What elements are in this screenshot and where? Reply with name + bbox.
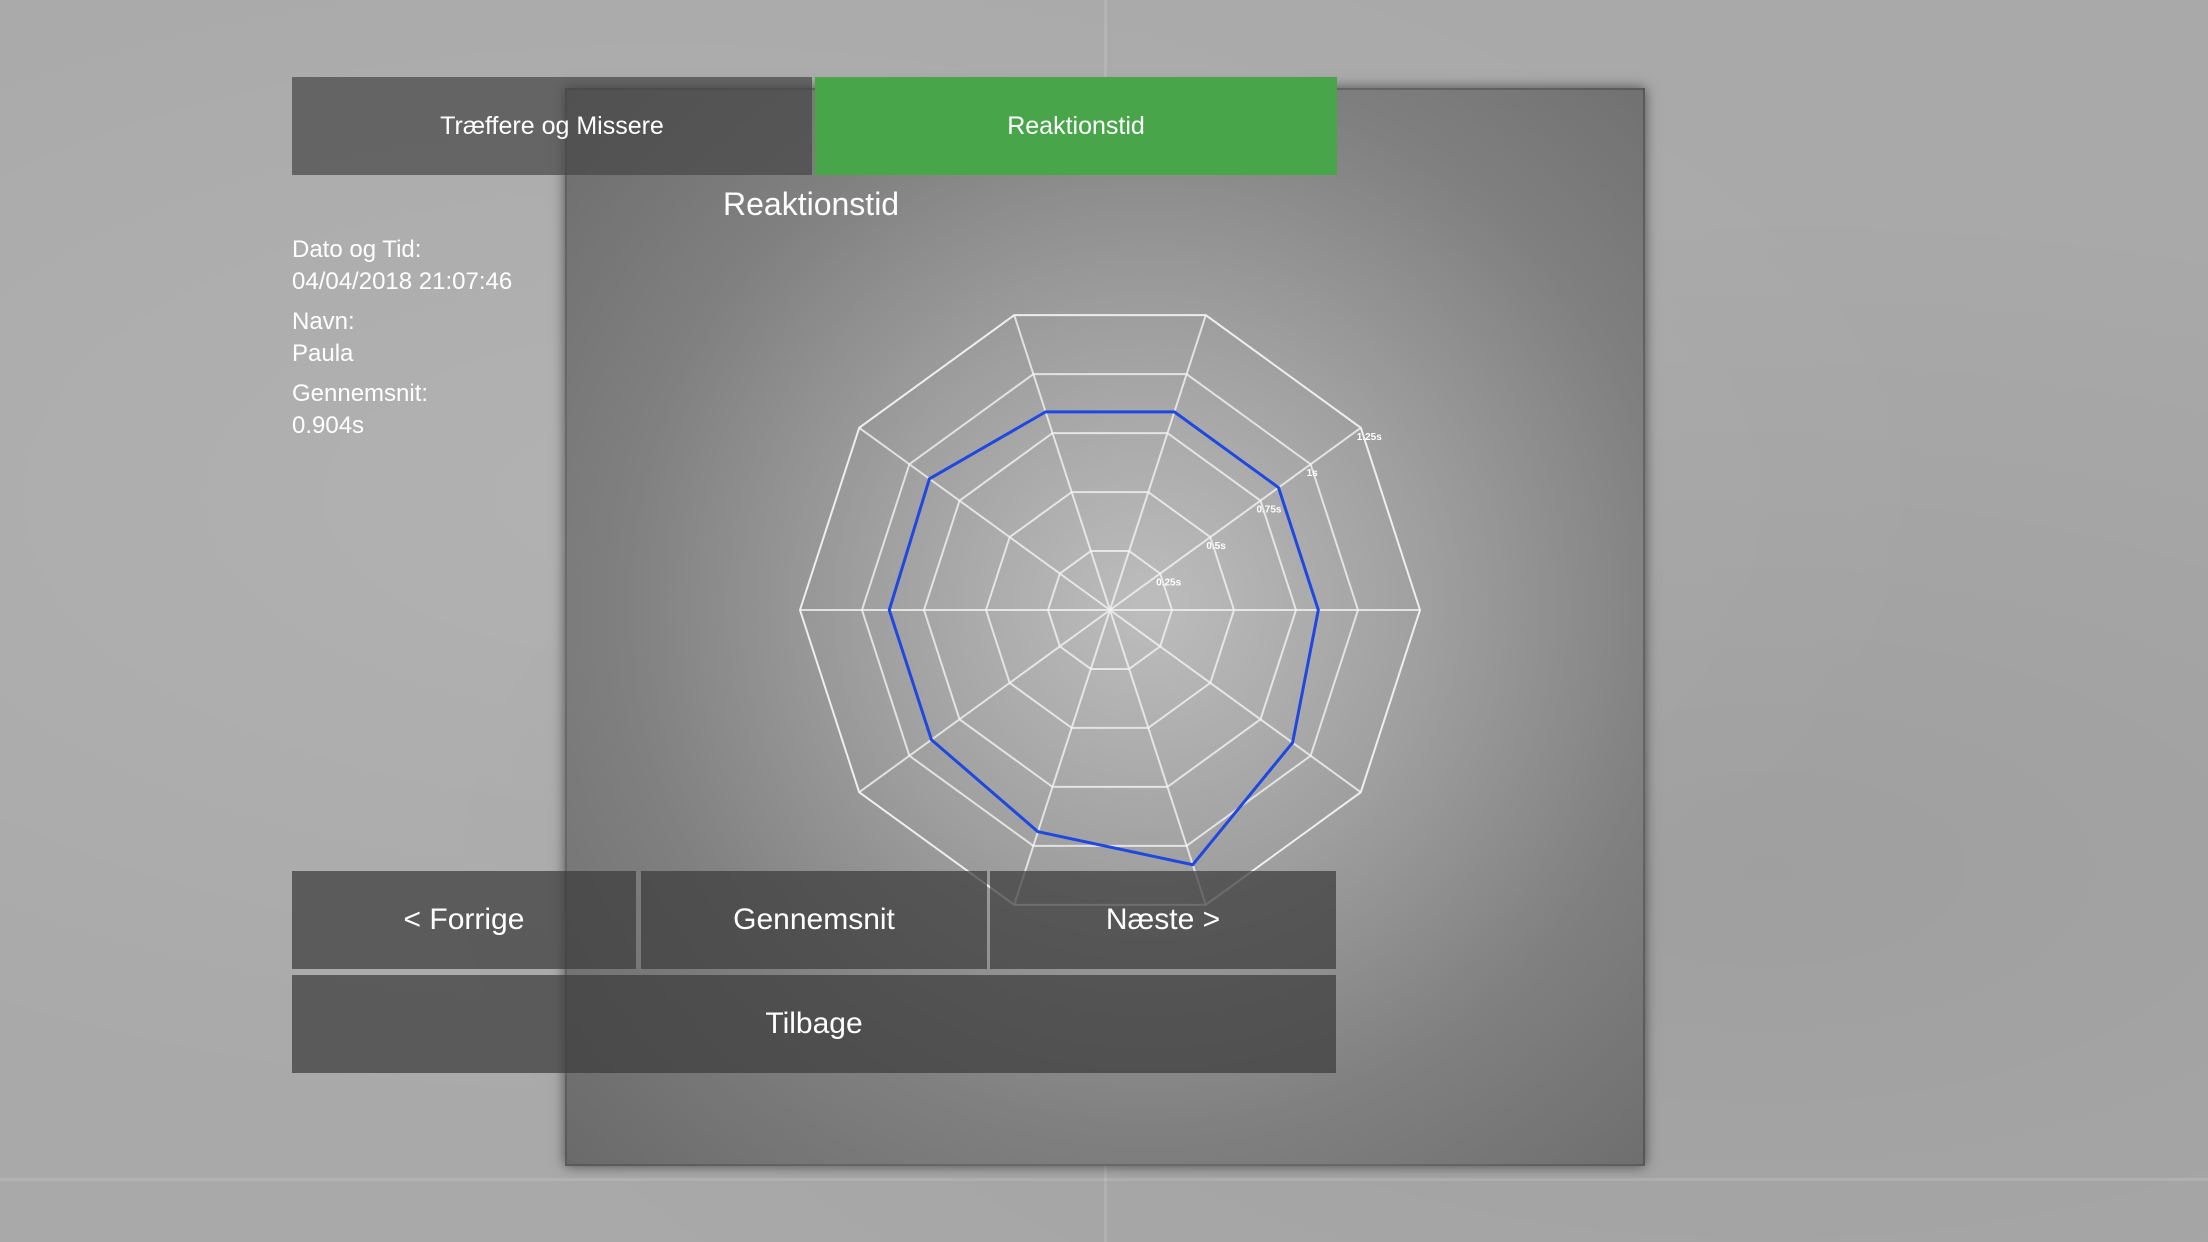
radar-chart: 0.25s 0.5s 0.75s 1s 1.25s <box>798 314 1422 906</box>
radar-ring-label: 0.25s <box>1156 578 1181 589</box>
name-value: Paula <box>292 340 354 367</box>
radar-ring-label: 0.75s <box>1256 505 1281 516</box>
date-label: Dato og Tid: <box>292 236 422 263</box>
radar-spoke <box>1109 609 1362 794</box>
radar-ring-label: 1.25s <box>1357 432 1382 443</box>
back-button[interactable]: Tilbage <box>292 975 1336 1073</box>
tab-hits-and-misses[interactable]: Træffere og Missere <box>292 77 812 175</box>
radar-spoke <box>1109 609 1207 906</box>
previous-button[interactable]: < Forrige <box>292 871 636 969</box>
name-label: Navn: <box>292 308 355 335</box>
next-button[interactable]: Næste > <box>990 871 1336 969</box>
background-seam-horizontal <box>0 1178 2208 1181</box>
average-label: Gennemsnit: <box>292 380 429 407</box>
radar-spoke <box>1013 609 1111 906</box>
radar-spoke <box>1013 314 1111 611</box>
average-button[interactable]: Gennemsnit <box>641 871 987 969</box>
radar-ring-label: 1s <box>1307 468 1319 479</box>
radar-ring-label: 0.5s <box>1206 541 1226 552</box>
radar-spoke <box>1109 314 1207 611</box>
chart-title: Reaktionstid <box>723 186 900 222</box>
date-value: 04/04/2018 21:07:46 <box>292 268 513 295</box>
tab-reaction-time[interactable]: Reaktionstid <box>815 77 1337 175</box>
average-value: 0.904s <box>292 412 365 439</box>
